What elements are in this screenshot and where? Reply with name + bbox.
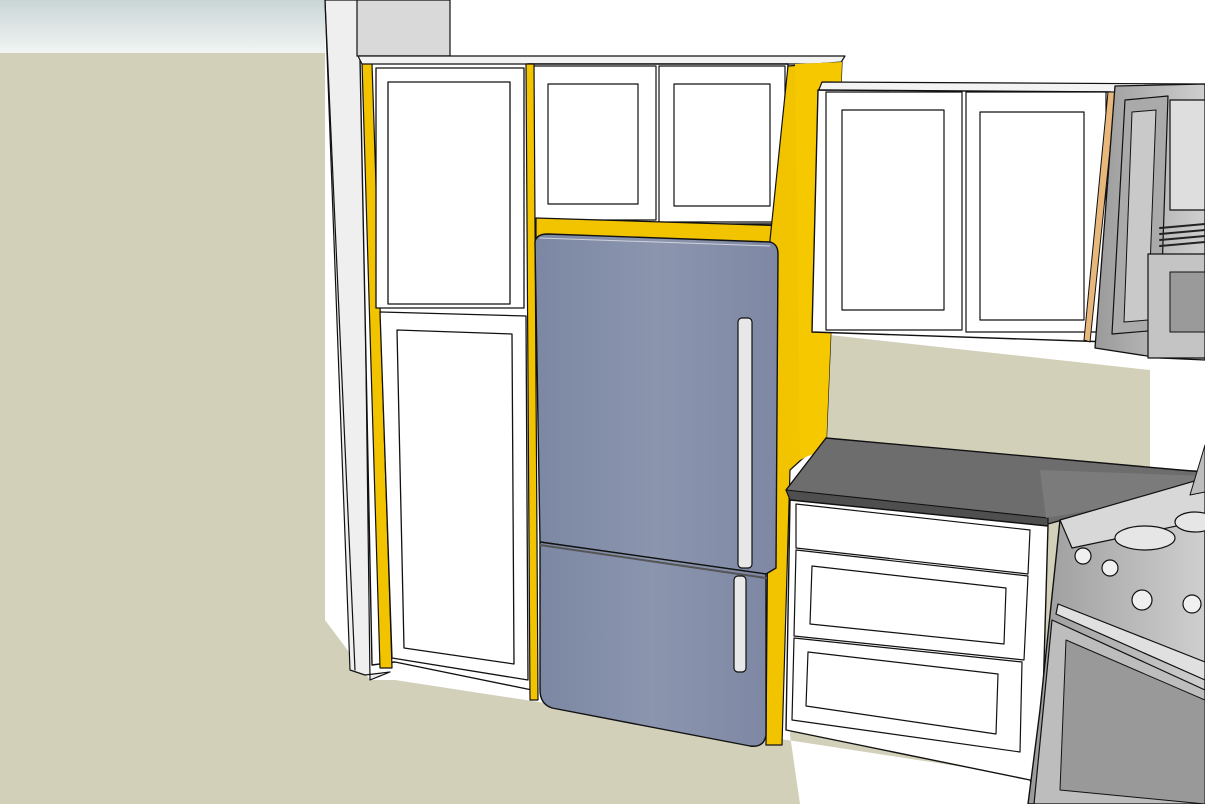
freezer-door-handle bbox=[733, 575, 747, 673]
burner-left-icon bbox=[1114, 525, 1176, 551]
model-viewport[interactable] bbox=[0, 0, 1205, 804]
tall-pantry-cabinet[interactable] bbox=[359, 57, 533, 691]
burner-right-icon bbox=[1174, 511, 1205, 533]
scene-canvas[interactable] bbox=[0, 0, 1205, 804]
refrigerator-door-handle bbox=[737, 317, 753, 569]
knob-3-icon bbox=[1131, 589, 1153, 611]
range-hood-microwave[interactable] bbox=[1094, 83, 1205, 361]
knob-2-icon bbox=[1101, 559, 1119, 577]
knob-1-icon bbox=[1074, 547, 1092, 565]
refrigerator[interactable] bbox=[534, 233, 779, 747]
knob-4-icon bbox=[1182, 594, 1202, 614]
